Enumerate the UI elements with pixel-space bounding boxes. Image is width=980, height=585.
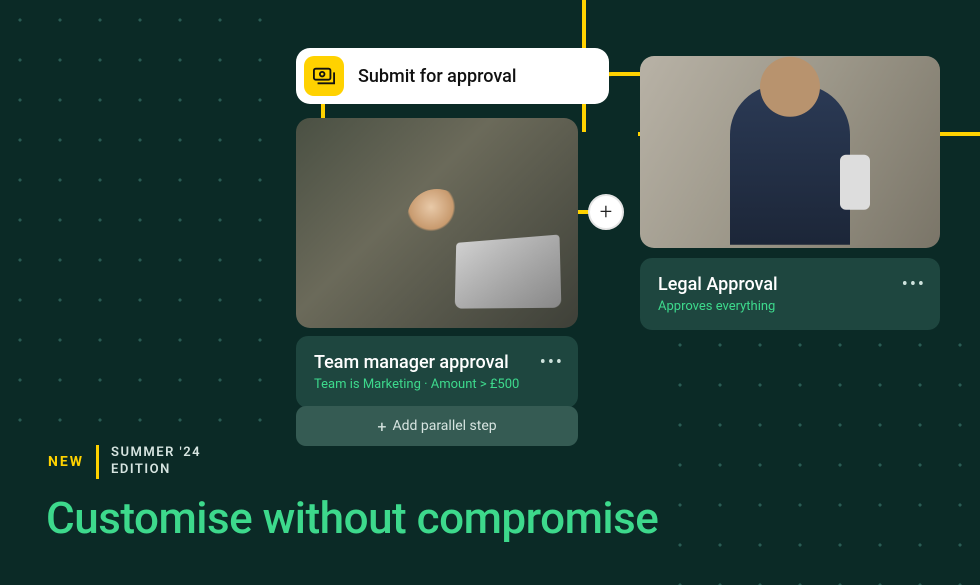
legal-approver-photo (640, 56, 940, 248)
decorative-dots-left (0, 0, 280, 430)
add-node-button[interactable]: + (588, 194, 624, 230)
team-manager-photo (296, 118, 578, 328)
money-icon (304, 56, 344, 96)
card-subtitle: Approves everything (658, 299, 922, 314)
add-parallel-step-button[interactable]: + Add parallel step (296, 406, 578, 446)
new-label: NEW (48, 454, 84, 470)
submit-for-approval-chip[interactable]: Submit for approval (296, 48, 609, 104)
plus-icon: + (377, 417, 386, 436)
submit-label: Submit for approval (358, 66, 516, 87)
edition-badge: NEW SUMMER '24EDITION (48, 445, 201, 479)
legal-approval-card[interactable]: Legal Approval Approves everything ••• (640, 258, 940, 330)
more-options-icon[interactable]: ••• (902, 274, 926, 295)
divider (96, 445, 99, 479)
team-manager-approval-card[interactable]: Team manager approval Team is Marketing … (296, 336, 578, 408)
more-options-icon[interactable]: ••• (540, 352, 564, 373)
add-step-label: Add parallel step (392, 418, 496, 434)
decorative-dots-right (660, 325, 980, 585)
edition-text: SUMMER '24EDITION (111, 445, 201, 479)
headline: Customise without compromise (46, 492, 658, 544)
card-title: Legal Approval (658, 274, 922, 295)
card-title: Team manager approval (314, 352, 560, 373)
card-subtitle: Team is Marketing · Amount > £500 (314, 377, 560, 392)
